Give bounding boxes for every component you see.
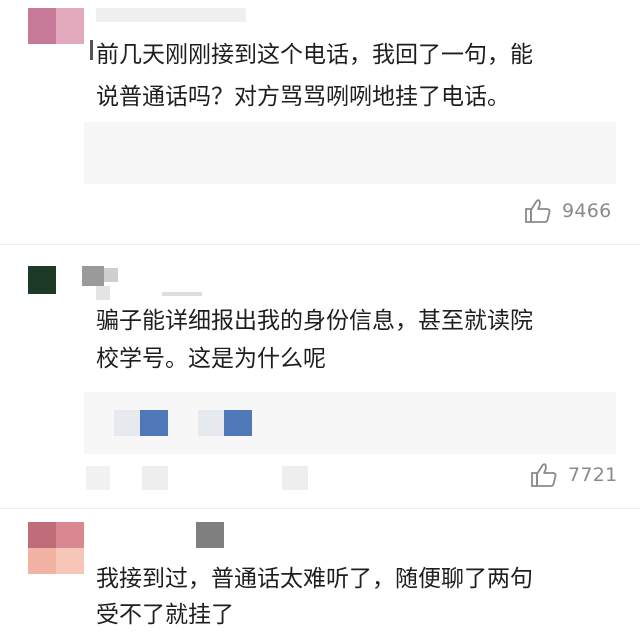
comment-text-line: 校学号。这是为什么呢 [96, 346, 326, 372]
blurred-content [282, 466, 308, 490]
blurred-content [142, 466, 168, 490]
like-button[interactable]: 9466 [524, 198, 612, 224]
username-blurred [82, 266, 104, 286]
blurred-content [114, 410, 140, 436]
blurred-content [224, 410, 252, 436]
blurred-content [198, 410, 224, 436]
blurred-content [140, 410, 168, 436]
text-cursor-mark [90, 40, 93, 60]
like-count: 9466 [562, 200, 612, 222]
thumbs-up-icon [530, 462, 558, 488]
avatar[interactable] [28, 8, 56, 44]
comment-text-line: 前几天刚刚接到这个电话，我回了一句，能 [96, 42, 533, 68]
avatar [56, 522, 84, 548]
thumbs-up-icon [524, 198, 552, 224]
divider [0, 244, 640, 245]
quoted-card[interactable] [84, 122, 616, 184]
username-blurred [96, 286, 110, 300]
avatar[interactable] [28, 266, 56, 294]
username-blurred [162, 292, 202, 296]
comment-text-line: 受不了就挂了 [96, 602, 234, 628]
blurred-content [86, 466, 110, 490]
username-blurred[interactable] [96, 8, 246, 22]
username-blurred [104, 268, 118, 282]
avatar [56, 8, 84, 44]
avatar[interactable] [28, 522, 56, 548]
avatar [28, 548, 56, 574]
comment-text-line: 说普通话吗？对方骂骂咧咧地挂了电话。 [96, 84, 510, 110]
username-blurred [196, 522, 224, 548]
like-count: 7721 [568, 464, 618, 486]
divider [0, 508, 640, 509]
avatar [56, 548, 84, 574]
comment-text-line: 我接到过，普通话太难听了，随便聊了两句 [96, 566, 533, 592]
comment-text-line: 骗子能详细报出我的身份信息，甚至就读院 [96, 308, 533, 334]
like-button[interactable]: 7721 [530, 462, 618, 488]
